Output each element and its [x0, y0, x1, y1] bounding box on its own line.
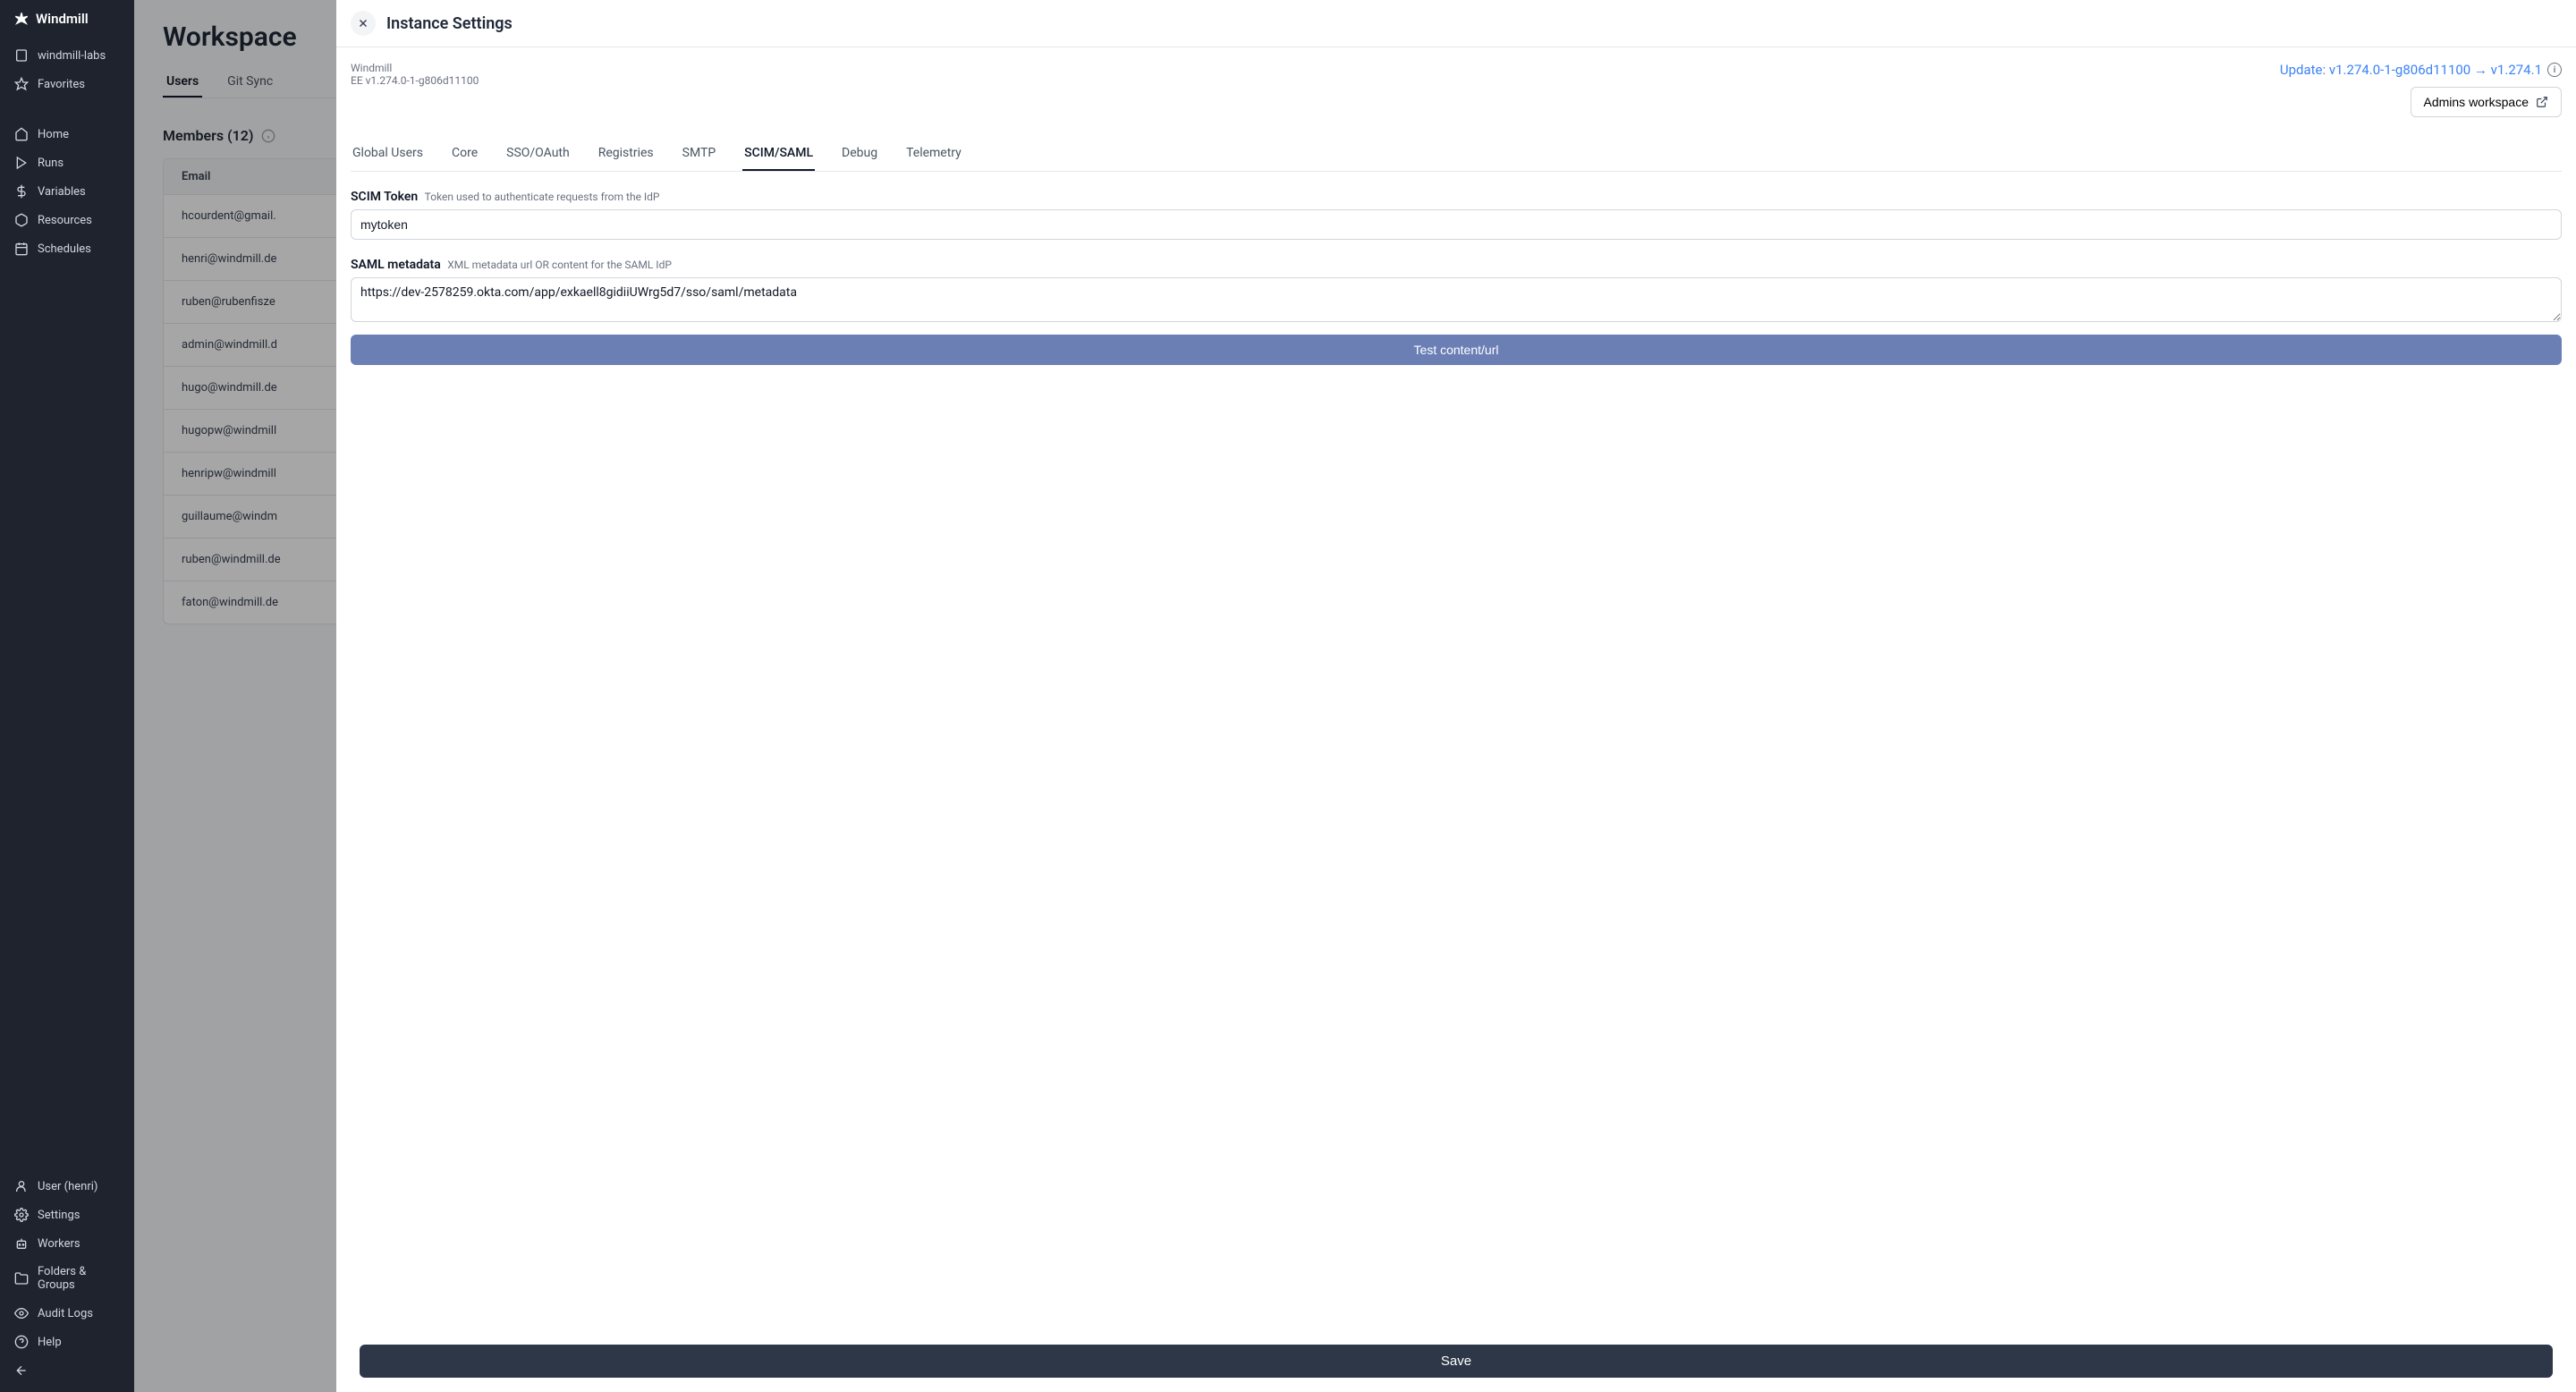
admins-workspace-button[interactable]: Admins workspace — [2411, 87, 2563, 117]
app-brand[interactable]: Windmill — [0, 0, 134, 38]
eye-icon — [14, 1306, 29, 1320]
box-icon — [14, 213, 29, 227]
gear-icon — [14, 1208, 29, 1222]
folder-icon — [14, 1271, 29, 1286]
saml-metadata-input[interactable]: https://dev-2578259.okta.com/app/exkaell… — [351, 277, 2562, 322]
sidebar-folders-groups[interactable]: Folders & Groups — [0, 1258, 134, 1299]
tab-scim-saml[interactable]: SCIM/SAML — [742, 137, 815, 171]
close-button[interactable] — [351, 11, 376, 36]
sidebar-workspace-label: windmill-labs — [38, 49, 106, 63]
tab-smtp[interactable]: SMTP — [681, 137, 718, 171]
tab-core[interactable]: Core — [450, 137, 479, 171]
sidebar-runs-label: Runs — [38, 157, 64, 170]
sidebar-runs[interactable]: Runs — [0, 149, 134, 177]
star-icon — [14, 77, 29, 91]
arrow-left-icon — [14, 1363, 29, 1378]
app-version: EE v1.274.0-1-g806d11100 — [351, 74, 479, 87]
dollar-icon — [14, 184, 29, 199]
sidebar-workers-label: Workers — [38, 1237, 80, 1251]
home-icon — [14, 127, 29, 141]
building-icon — [14, 48, 29, 63]
user-icon — [14, 1179, 29, 1193]
info-icon[interactable]: i — [2547, 63, 2562, 77]
sidebar-favorites[interactable]: Favorites — [0, 70, 134, 98]
play-icon — [14, 156, 29, 170]
modal-tabs: Global Users Core SSO/OAuth Registries S… — [351, 137, 2562, 172]
sidebar-help-label: Help — [38, 1336, 62, 1349]
sidebar-home-label: Home — [38, 128, 69, 141]
sidebar-resources-label: Resources — [38, 214, 92, 227]
sidebar-variables-label: Variables — [38, 185, 86, 199]
calendar-icon — [14, 242, 29, 256]
sidebar-schedules[interactable]: Schedules — [0, 234, 134, 263]
sidebar-settings[interactable]: Settings — [0, 1201, 134, 1229]
app-name: Windmill — [36, 11, 89, 27]
sidebar-audit-logs[interactable]: Audit Logs — [0, 1299, 134, 1328]
instance-settings-modal: Instance Settings Windmill EE v1.274.0-1… — [336, 0, 2576, 1392]
modal-title: Instance Settings — [386, 14, 513, 33]
app-name-meta: Windmill — [351, 62, 479, 74]
sidebar-settings-label: Settings — [38, 1209, 80, 1222]
scim-token-input[interactable] — [351, 209, 2562, 240]
sidebar: Windmill windmill-labs Favorites — [0, 0, 134, 1392]
sidebar-folders-groups-label: Folders & Groups — [38, 1265, 120, 1292]
sidebar-favorites-label: Favorites — [38, 78, 85, 91]
saml-metadata-hint: XML metadata url OR content for the SAML… — [447, 259, 672, 271]
save-button[interactable]: Save — [360, 1345, 2553, 1378]
tab-global-users[interactable]: Global Users — [351, 137, 425, 171]
tab-sso-oauth[interactable]: SSO/OAuth — [504, 137, 572, 171]
sidebar-user[interactable]: User (henri) — [0, 1172, 134, 1201]
sidebar-schedules-label: Schedules — [38, 242, 91, 256]
help-icon — [14, 1335, 29, 1349]
scim-token-hint: Token used to authenticate requests from… — [425, 191, 660, 203]
saml-metadata-label: SAML metadata — [351, 258, 441, 272]
sidebar-collapse[interactable] — [0, 1356, 134, 1385]
sidebar-audit-logs-label: Audit Logs — [38, 1307, 93, 1320]
bot-icon — [14, 1236, 29, 1251]
windmill-logo-icon — [14, 12, 29, 26]
sidebar-resources[interactable]: Resources — [0, 206, 134, 234]
sidebar-variables[interactable]: Variables — [0, 177, 134, 206]
sidebar-home[interactable]: Home — [0, 120, 134, 149]
sidebar-workers[interactable]: Workers — [0, 1229, 134, 1258]
tab-debug[interactable]: Debug — [840, 137, 879, 171]
tab-telemetry[interactable]: Telemetry — [904, 137, 963, 171]
test-content-button[interactable]: Test content/url — [351, 335, 2562, 365]
tab-registries[interactable]: Registries — [597, 137, 656, 171]
scim-token-label: SCIM Token — [351, 190, 418, 204]
sidebar-help[interactable]: Help — [0, 1328, 134, 1356]
sidebar-workspace[interactable]: windmill-labs — [0, 41, 134, 70]
sidebar-user-label: User (henri) — [38, 1180, 97, 1193]
update-link[interactable]: Update: v1.274.0-1-g806d11100 → v1.274.1… — [2280, 62, 2562, 78]
